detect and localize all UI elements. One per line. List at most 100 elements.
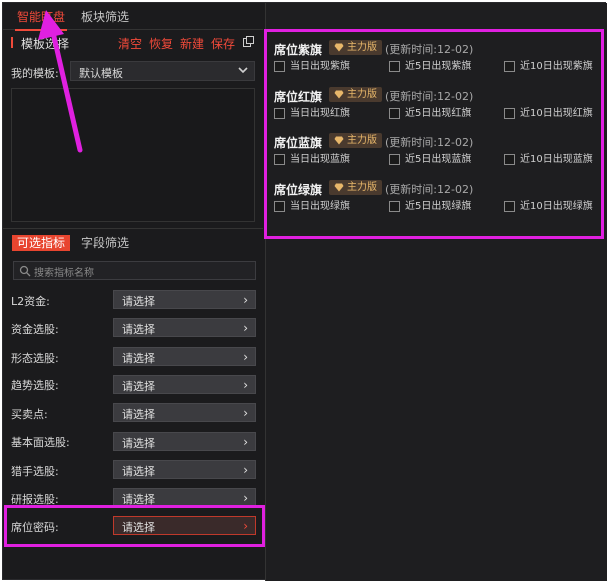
flag-title: 席位红旗	[274, 90, 323, 104]
checkbox-box[interactable]	[389, 61, 400, 72]
right-panel: 席位紫旗 主力版 (更新时间:12-02) 当日出现紫旗 近5日出现紫旗 近10…	[265, 3, 607, 581]
select-button-label: 请选择	[122, 323, 155, 336]
diamond-icon	[334, 136, 344, 145]
flag-title: 席位紫旗	[274, 43, 323, 57]
chevron-right-icon: ›	[243, 435, 248, 449]
flag-group-green: 席位绿旗 主力版 (更新时间:12-02) 当日出现绿旗 近5日出现绿旗 近10…	[274, 180, 604, 225]
select-button-trend[interactable]: 请选择 ›	[113, 375, 256, 394]
search-input[interactable]: 搜索指标名称	[13, 261, 256, 280]
row-label-research: 研报选股:	[11, 493, 59, 506]
select-button-label: 请选择	[122, 493, 155, 506]
update-time: (更新时间:12-02)	[385, 43, 474, 56]
row-label-hunter: 猎手选股:	[11, 465, 59, 478]
tab-sector-filter[interactable]: 板块筛选	[81, 8, 129, 25]
row-label-seat-code: 席位密码:	[11, 521, 59, 534]
checkbox-10-days[interactable]: 近10日出现绿旗	[504, 201, 593, 215]
select-button-label: 请选择	[122, 408, 155, 421]
select-button-label: 请选择	[122, 465, 155, 478]
checkbox-box[interactable]	[389, 201, 400, 212]
checkbox-box[interactable]	[504, 154, 515, 165]
tab-optional-indicators[interactable]: 可选指标	[12, 235, 71, 251]
update-time: (更新时间:12-02)	[385, 183, 474, 196]
chevron-right-icon: ›	[243, 321, 248, 335]
checkbox-10-days[interactable]: 近10日出现紫旗	[504, 61, 593, 75]
select-button-label: 请选择	[122, 521, 155, 534]
checkbox-box[interactable]	[389, 154, 400, 165]
checkbox-5-days[interactable]: 近5日出现绿旗	[389, 201, 471, 215]
checkbox-5-days[interactable]: 近5日出现蓝旗	[389, 154, 471, 168]
flag-group-blue: 席位蓝旗 主力版 (更新时间:12-02) 当日出现蓝旗 近5日出现蓝旗 近10…	[274, 133, 604, 178]
chevron-right-icon: ›	[243, 378, 248, 392]
chevron-down-icon	[238, 67, 248, 74]
chevron-right-icon: ›	[243, 463, 248, 477]
my-template-label: 我的模板:	[11, 67, 59, 80]
row-label-fund: 资金选股:	[11, 323, 59, 336]
checkbox-box[interactable]	[504, 201, 515, 212]
checkbox-today[interactable]: 当日出现红旗	[274, 108, 350, 122]
checkbox-box[interactable]	[274, 61, 285, 72]
pro-badge: 主力版	[329, 40, 382, 55]
clear-button[interactable]: 清空	[118, 35, 142, 52]
checkbox-label: 近5日出现紫旗	[405, 61, 472, 72]
template-select[interactable]: 默认模板	[70, 61, 255, 81]
template-list[interactable]	[11, 88, 255, 222]
restore-button[interactable]: 恢复	[149, 35, 173, 52]
pro-badge: 主力版	[329, 180, 382, 195]
checkbox-box[interactable]	[389, 108, 400, 119]
flag-title: 席位蓝旗	[274, 136, 323, 150]
select-button-l2[interactable]: 请选择 ›	[113, 290, 256, 309]
checkbox-label: 近5日出现绿旗	[405, 201, 472, 212]
select-button-research[interactable]: 请选择 ›	[113, 488, 256, 507]
checkbox-box[interactable]	[504, 61, 515, 72]
select-button-pattern[interactable]: 请选择 ›	[113, 347, 256, 366]
select-button-label: 请选择	[122, 380, 155, 393]
select-button-trade-point[interactable]: 请选择 ›	[113, 403, 256, 422]
chevron-right-icon: ›	[243, 491, 248, 505]
tab-field-filter[interactable]: 字段筛选	[76, 235, 134, 251]
chevron-right-icon: ›	[243, 293, 248, 307]
checkbox-5-days[interactable]: 近5日出现紫旗	[389, 61, 471, 75]
badge-label: 主力版	[347, 182, 377, 193]
search-placeholder: 搜索指标名称	[34, 268, 94, 279]
row-label-pattern: 形态选股:	[11, 352, 59, 365]
checkbox-label: 当日出现绿旗	[290, 201, 350, 212]
checkbox-today[interactable]: 当日出现绿旗	[274, 201, 350, 215]
checkbox-box[interactable]	[504, 108, 515, 119]
diamond-icon	[334, 43, 344, 52]
badge-label: 主力版	[347, 89, 377, 100]
badge-label: 主力版	[347, 42, 377, 53]
stock-screener-window: 智能盯盘 板块筛选 模板选择 清空 恢复 新建 保存 我的模板: 默认模板 可选…	[2, 2, 607, 581]
pro-badge: 主力版	[329, 87, 382, 102]
checkbox-box[interactable]	[274, 154, 285, 165]
badge-label: 主力版	[347, 135, 377, 146]
copy-icon[interactable]	[243, 36, 254, 47]
select-button-fundamental[interactable]: 请选择 ›	[113, 432, 256, 451]
diamond-icon	[334, 90, 344, 99]
checkbox-today[interactable]: 当日出现紫旗	[274, 61, 350, 75]
top-tab-bar: 智能盯盘 板块筛选	[3, 3, 263, 31]
checkbox-10-days[interactable]: 近10日出现红旗	[504, 108, 593, 122]
select-button-fund[interactable]: 请选择 ›	[113, 318, 256, 337]
save-button[interactable]: 保存	[211, 35, 235, 52]
section-title: 模板选择	[21, 37, 70, 51]
flag-group-purple: 席位紫旗 主力版 (更新时间:12-02) 当日出现紫旗 近5日出现紫旗 近10…	[274, 40, 604, 85]
select-button-label: 请选择	[122, 437, 155, 450]
checkbox-label: 近10日出现红旗	[520, 108, 593, 119]
checkbox-label: 近5日出现红旗	[405, 108, 472, 119]
select-button-seat-code[interactable]: 请选择 ›	[113, 516, 256, 535]
checkbox-box[interactable]	[274, 108, 285, 119]
checkbox-box[interactable]	[274, 201, 285, 212]
new-button[interactable]: 新建	[180, 35, 204, 52]
template-section-header: 模板选择 清空 恢复 新建 保存	[3, 32, 263, 54]
row-label-trend: 趋势选股:	[11, 379, 59, 392]
checkbox-label: 当日出现紫旗	[290, 61, 350, 72]
tab-smart-watch[interactable]: 智能盯盘	[14, 8, 68, 31]
row-label-fundamental: 基本面选股:	[11, 436, 70, 449]
checkbox-5-days[interactable]: 近5日出现红旗	[389, 108, 471, 122]
row-label-trade-point: 买卖点:	[11, 408, 48, 421]
row-label-l2: L2资金:	[11, 295, 50, 308]
checkbox-10-days[interactable]: 近10日出现蓝旗	[504, 154, 593, 168]
checkbox-today[interactable]: 当日出现蓝旗	[274, 154, 350, 168]
select-button-hunter[interactable]: 请选择 ›	[113, 460, 256, 479]
chevron-right-icon: ›	[243, 519, 248, 533]
